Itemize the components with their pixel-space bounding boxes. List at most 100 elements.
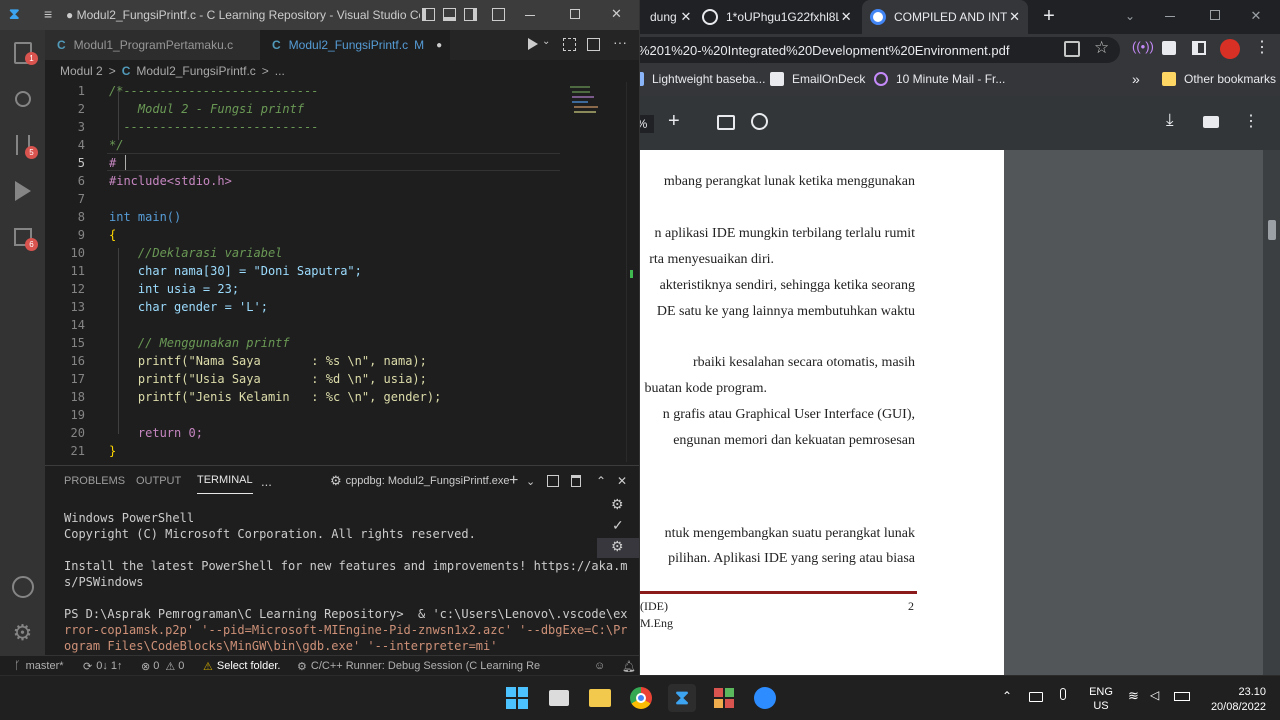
- zoom-button[interactable]: [751, 684, 779, 712]
- toggle-secondary-icon[interactable]: [464, 8, 477, 21]
- wifi-icon[interactable]: ≋: [1128, 688, 1139, 704]
- minimap[interactable]: [560, 82, 626, 142]
- terminal-output[interactable]: Windows PowerShell Copyright (C) Microso…: [64, 510, 628, 654]
- file-explorer-button[interactable]: [586, 684, 614, 712]
- editor-scrollbar[interactable]: [626, 82, 639, 462]
- tab-problems[interactable]: PROBLEMS: [64, 466, 125, 496]
- select-folder-status[interactable]: ⚠ Select folder.: [203, 656, 280, 675]
- split-terminal-icon[interactable]: [547, 466, 559, 496]
- check-icon[interactable]: ✓: [612, 517, 624, 534]
- debug-terminal-icon[interactable]: ⚙: [597, 538, 639, 558]
- chrome-button[interactable]: [627, 684, 655, 712]
- share-icon[interactable]: [1064, 41, 1080, 57]
- debug-session-select[interactable]: ⚙ cppdbg: Modul2_FungsiPrintf.exe: [330, 466, 510, 496]
- address-bar[interactable]: %201%20-%20Integrated%20Development%20En…: [560, 37, 1120, 63]
- chrome-tab-3[interactable]: COMPILED AND INTE ✕: [862, 0, 1028, 34]
- language-indicator[interactable]: ENG US: [1088, 685, 1114, 713]
- problems-status[interactable]: ⊗ 0 ⚠ 0: [141, 656, 184, 675]
- restore-icon[interactable]: [1210, 10, 1220, 20]
- close-window-icon[interactable]: ✕: [611, 6, 622, 22]
- run-button[interactable]: [528, 38, 538, 50]
- activity-run-debug[interactable]: [0, 168, 45, 214]
- app-button[interactable]: [710, 684, 738, 712]
- print-icon[interactable]: [1203, 116, 1219, 128]
- side-panel-icon[interactable]: [1192, 41, 1206, 55]
- activity-search[interactable]: [0, 76, 45, 122]
- trash-icon[interactable]: [571, 466, 581, 496]
- tab-modul2[interactable]: C Modul2_FungsiPrintf.c M ●: [260, 30, 450, 60]
- avatar[interactable]: [1220, 39, 1240, 59]
- activity-explorer[interactable]: 1: [0, 30, 45, 76]
- split-editor-icon[interactable]: [587, 38, 600, 51]
- start-button[interactable]: [503, 684, 531, 712]
- breadcrumb-file[interactable]: Modul2_FungsiPrintf.c: [136, 64, 255, 78]
- close-icon[interactable]: ✕: [678, 9, 694, 25]
- code-editor[interactable]: 1/*--------------------------- 2 Modul 2…: [45, 82, 639, 462]
- star-icon[interactable]: ☆: [1094, 38, 1109, 58]
- branch-status[interactable]: ᚴ master*: [14, 656, 64, 675]
- code-line: 21}: [70, 444, 117, 458]
- battery-icon[interactable]: [1174, 692, 1190, 701]
- chrome-tab-2[interactable]: 1*oUPhgu1G22fxhl8L ✕: [694, 0, 860, 34]
- tab-terminal[interactable]: TERMINAL: [197, 466, 253, 494]
- show-hidden-icons[interactable]: ⌃: [1002, 689, 1012, 703]
- close-window-icon[interactable]: ✕: [1246, 6, 1266, 26]
- breadcrumb-folder[interactable]: Modul 2: [60, 64, 103, 78]
- new-tab-button[interactable]: +: [1038, 4, 1060, 28]
- sync-status[interactable]: ⟳ 0↓ 1↑: [83, 656, 123, 675]
- panel-more[interactable]: ...: [261, 466, 272, 496]
- debug-terminal-icon[interactable]: ⚙: [611, 496, 624, 513]
- pdf-menu-icon[interactable]: ⋮: [1243, 111, 1259, 131]
- more-actions-icon[interactable]: ···: [613, 34, 627, 50]
- bookmark-item[interactable]: 10 Minute Mail - Fr...: [874, 66, 1005, 92]
- minimize-icon[interactable]: [525, 15, 535, 16]
- breadcrumb-symbol[interactable]: ...: [275, 64, 285, 78]
- zoom-in-button[interactable]: +: [668, 110, 680, 133]
- download-icon[interactable]: ⤓: [1166, 110, 1174, 130]
- microphone-icon[interactable]: [1060, 688, 1066, 700]
- chevron-down-icon[interactable]: ⌄: [526, 466, 535, 496]
- runner-status[interactable]: ⚙ C/C++ Runner: Debug Session (C Learnin…: [297, 656, 545, 675]
- activity-accounts[interactable]: [0, 564, 45, 610]
- maximize-icon[interactable]: [570, 9, 580, 19]
- minimize-icon[interactable]: [1165, 16, 1175, 17]
- task-view-button[interactable]: [545, 684, 573, 712]
- extension-icon[interactable]: ((•)): [1132, 39, 1154, 54]
- close-icon[interactable]: ✕: [839, 9, 855, 25]
- unsaved-dot-icon[interactable]: ●: [436, 40, 442, 51]
- bell-icon[interactable]: 🔔︎: [622, 656, 636, 675]
- tab-output[interactable]: OUTPUT: [136, 466, 181, 496]
- c-file-icon: C: [121, 64, 131, 78]
- scrollbar-thumb[interactable]: [1268, 220, 1276, 240]
- tab-modul1[interactable]: C Modul1_ProgramPertamaku.c: [45, 30, 260, 60]
- toggle-panel-icon[interactable]: [443, 8, 456, 21]
- chrome-tab-1[interactable]: dung ✕: [640, 0, 694, 34]
- puzzle-icon[interactable]: [1162, 41, 1176, 55]
- chevron-down-icon[interactable]: ⌄: [542, 36, 550, 47]
- bookmark-item[interactable]: Lightweight baseba...: [630, 66, 765, 92]
- maximize-panel-icon[interactable]: ⌃: [596, 466, 606, 496]
- compare-icon[interactable]: [563, 38, 576, 51]
- bookmark-item[interactable]: EmailOnDeck: [770, 66, 865, 92]
- new-terminal-button[interactable]: +: [509, 466, 518, 496]
- close-panel-icon[interactable]: ✕: [617, 466, 627, 496]
- close-icon[interactable]: ✕: [1007, 9, 1022, 25]
- other-bookmarks[interactable]: Other bookmarks: [1162, 66, 1276, 92]
- layout-icon[interactable]: [492, 8, 505, 21]
- pdf-scrollbar[interactable]: [1263, 150, 1280, 685]
- feedback-icon[interactable]: ☺: [594, 656, 605, 675]
- vscode-button[interactable]: ⧗: [668, 684, 696, 712]
- tab-search-icon[interactable]: ⌄: [1120, 6, 1140, 26]
- activity-source-control[interactable]: 5: [0, 122, 45, 168]
- keyboard-icon[interactable]: [1029, 692, 1043, 702]
- toggle-sidebar-icon[interactable]: [422, 8, 435, 21]
- volume-icon[interactable]: ◁: [1150, 688, 1159, 702]
- activity-manage[interactable]: ⚙: [0, 610, 45, 656]
- menu-icon[interactable]: ⋮: [1254, 38, 1270, 58]
- fit-page-icon[interactable]: [717, 115, 735, 130]
- activity-extensions[interactable]: 6: [0, 214, 45, 260]
- hamburger-menu-icon[interactable]: ≡: [44, 6, 52, 22]
- rotate-icon[interactable]: [751, 113, 768, 130]
- bookmarks-overflow[interactable]: »: [1132, 66, 1140, 92]
- clock[interactable]: 23.10 20/08/2022: [1196, 685, 1266, 715]
